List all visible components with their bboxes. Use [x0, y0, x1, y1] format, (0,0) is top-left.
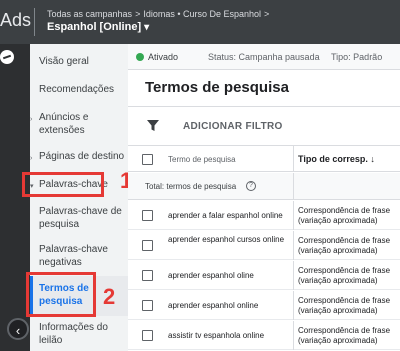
status-state[interactable]: Ativado	[148, 52, 178, 62]
collapse-sidebar-button[interactable]: ‹	[7, 318, 29, 340]
top-header: Ads Todas as campanhas > Idiomas • Curso D…	[0, 0, 400, 44]
search-term-cell: assistir tv espanhola online	[168, 331, 265, 340]
arrow-down-icon: ↓	[370, 154, 375, 164]
column-divider	[293, 231, 294, 260]
account-selector[interactable]: Espanhol [Online] ▾	[47, 21, 149, 33]
match-type-cell: Correspondência de frase (variação aprox…	[298, 236, 391, 255]
match-type-cell: Correspondência de frase (variação aprox…	[298, 326, 391, 345]
table-header: Termo de pesquisa Tipo de corresp. ↓	[128, 146, 400, 172]
main-content: Ativado Status: Campanha pausada Tipo: P…	[128, 44, 400, 351]
row-checkbox[interactable]	[142, 210, 153, 221]
header-divider	[34, 8, 35, 36]
chevron-right-icon: >	[264, 9, 270, 19]
sidebar-item-label: Palavras-chave de pesquisa	[39, 206, 122, 230]
filter-icon[interactable]	[147, 120, 159, 132]
column-divider	[293, 201, 294, 230]
status-type: Tipo: Padrão	[331, 52, 383, 62]
sidebar-item-label: Anúncios e extensões	[39, 112, 89, 136]
table-row[interactable]: aprender a falar espanhol online Corresp…	[128, 201, 400, 230]
column-divider	[293, 173, 294, 200]
breadcrumb-adgroup[interactable]: Idiomas • Curso De Espanhol	[143, 9, 261, 19]
row-checkbox[interactable]	[142, 240, 153, 251]
status-campaign: Status: Campanha pausada	[208, 52, 320, 62]
add-filter-button[interactable]: ADICIONAR FILTRO	[183, 121, 283, 132]
help-icon[interactable]: ?	[246, 181, 256, 191]
chevron-right-icon: >	[135, 9, 141, 19]
select-all-checkbox[interactable]	[142, 154, 153, 165]
filter-bar: ADICIONAR FILTRO	[128, 106, 400, 146]
highlight-box-search-terms	[26, 272, 96, 317]
total-row: Total: termos de pesquisa ?	[128, 173, 400, 200]
column-header-match-type[interactable]: Tipo de corresp. ↓	[298, 154, 375, 164]
column-divider	[293, 321, 294, 350]
table-row[interactable]: aprender espanhol oline Correspondência …	[128, 261, 400, 290]
account-name: Espanhol [Online]	[47, 21, 142, 33]
search-term-cell: aprender espanhol cursos online	[168, 235, 285, 244]
row-checkbox[interactable]	[142, 270, 153, 281]
column-divider	[293, 146, 294, 172]
chevron-right-icon: ›	[30, 155, 33, 162]
campaign-status-bar: Ativado Status: Campanha pausada Tipo: P…	[128, 44, 400, 70]
compass-icon[interactable]	[0, 50, 14, 64]
search-term-cell: aprender espanhol online	[168, 301, 259, 310]
brand-logo[interactable]: Ads	[0, 10, 31, 31]
sidebar-item-ads-extensions[interactable]: › Anúncios e extensões	[30, 111, 128, 137]
column-divider	[293, 261, 294, 290]
column-divider	[293, 291, 294, 320]
status-dot-icon	[136, 53, 144, 61]
page-title: Termos de pesquisa	[145, 79, 289, 96]
table-row[interactable]: assistir tv espanhola online Correspondê…	[128, 321, 400, 350]
highlight-box-keywords	[22, 172, 104, 197]
sidebar-item-label: Palavras-chave negativas	[39, 244, 108, 268]
chevron-left-icon: ‹	[15, 323, 21, 338]
search-term-cell: aprender espanhol oline	[168, 271, 254, 280]
sidebar-item-label: Visão geral	[39, 56, 89, 67]
table-row[interactable]: aprender espanhol cursos online Correspo…	[128, 231, 400, 260]
column-header-search-term[interactable]: Termo de pesquisa	[168, 155, 236, 164]
chevron-down-icon: ▾	[144, 22, 150, 33]
annotation-number-2: 2	[103, 284, 116, 309]
search-term-cell: aprender a falar espanhol online	[168, 211, 283, 220]
row-checkbox[interactable]	[142, 300, 153, 311]
match-type-cell: Correspondência de frase (variação aprox…	[298, 266, 391, 285]
sidebar-item-label: Informações do leilão	[39, 322, 108, 346]
match-type-cell: Correspondência de frase (variação aprox…	[298, 206, 391, 225]
column-header-label: Tipo de corresp.	[298, 154, 368, 164]
breadcrumb: Todas as campanhas > Idiomas • Curso De Es…	[47, 9, 272, 19]
chevron-right-icon: ›	[30, 116, 33, 123]
breadcrumb-campaigns[interactable]: Todas as campanhas	[47, 9, 132, 19]
sidebar-item-label: Páginas de destino	[39, 151, 125, 162]
table-row[interactable]: aprender espanhol online Correspondência…	[128, 291, 400, 320]
total-label: Total: termos de pesquisa	[145, 182, 237, 191]
match-type-cell: Correspondência de frase (variação aprox…	[298, 296, 391, 315]
sidebar-item-label: Recomendações	[39, 84, 115, 95]
row-checkbox[interactable]	[142, 330, 153, 341]
